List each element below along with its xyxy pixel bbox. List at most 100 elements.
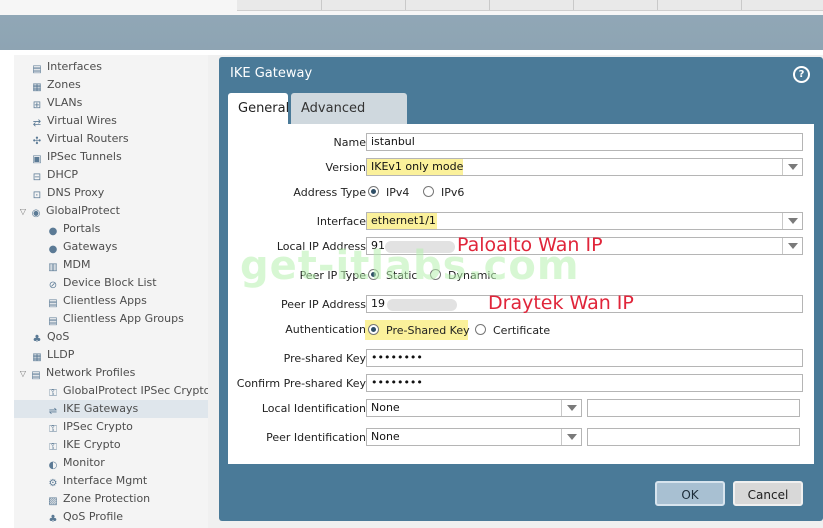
peer-id-select[interactable]: None [366, 428, 582, 446]
ok-button[interactable]: OK [655, 481, 725, 506]
dialog-title: IKE Gateway [230, 66, 313, 81]
tree-item-gp-ipsec-crypto[interactable]: ⚿ GlobalProtect IPSec Crypto [46, 382, 210, 400]
confirm-psk-input[interactable]: •••••••• [366, 374, 803, 392]
globalprotect-icon: ◉ [31, 208, 41, 219]
tree-item-ipsec-crypto[interactable]: ⚿ IPSec Crypto [46, 418, 133, 436]
chevron-down-icon[interactable] [561, 400, 581, 416]
tree-item-interface-mgmt[interactable]: ⚙ Interface Mgmt [46, 472, 148, 490]
cancel-button[interactable]: Cancel [733, 481, 803, 506]
chevron-down-icon[interactable] [782, 238, 802, 254]
tree-item-label: Clientless Apps [63, 294, 147, 307]
tree-item-monitor[interactable]: ◐ Monitor [46, 454, 105, 472]
gp-ipsec-crypto-icon: ⚿ [49, 388, 57, 399]
radio-ipv6-label: IPv6 [441, 186, 465, 199]
radio-ipv4-label: IPv4 [386, 186, 410, 199]
qos-profile-icon: ♣ [48, 514, 58, 525]
dhcp-icon: ⊟ [32, 172, 42, 183]
clientless-apps-icon: ▤ [48, 298, 58, 309]
redacted-ip [387, 299, 457, 311]
tree-item-label: Interface Mgmt [63, 474, 148, 487]
tree-item-label: Zones [47, 78, 81, 91]
version-select[interactable]: IKEv1 only mode [366, 158, 803, 176]
tree-item-label: Gateways [63, 240, 118, 253]
chevron-down-icon[interactable] [561, 429, 581, 445]
interfaces-icon: ▤ [32, 64, 42, 75]
tree-item-gateways[interactable]: ● Gateways [46, 238, 118, 256]
virtual-wires-icon: ⇄ [32, 118, 42, 129]
mdm-icon: ▥ [48, 262, 58, 273]
tree-item-qos[interactable]: ♣ QoS [30, 328, 70, 346]
tree-item-label: Virtual Routers [47, 132, 129, 145]
tree-item-label: Monitor [63, 456, 105, 469]
radio-certificate[interactable] [475, 324, 486, 335]
tree-item-dns-proxy[interactable]: ⊡ DNS Proxy [30, 184, 105, 202]
peer-id-value-input[interactable] [587, 428, 800, 446]
tree-item-label: Portals [63, 222, 101, 235]
radio-pre-shared-key-label: Pre-Shared Key [386, 324, 470, 337]
confirm-psk-label: Confirm Pre-shared Key [236, 377, 366, 390]
gateways-icon: ● [48, 244, 58, 255]
interface-label: Interface [316, 215, 366, 228]
chevron-down-icon[interactable] [782, 213, 802, 229]
tree-item-label: Network Profiles [46, 366, 136, 379]
tree-item-vlans[interactable]: ⊞ VLANs [30, 94, 83, 112]
chevron-down-icon[interactable] [782, 159, 802, 175]
tab-general[interactable]: General [228, 93, 289, 124]
tree-item-ike-gateways[interactable]: ⇌ IKE Gateways [14, 400, 208, 418]
version-label: Version [325, 161, 366, 174]
tree-item-label: DNS Proxy [47, 186, 105, 199]
radio-certificate-label: Certificate [493, 324, 551, 337]
peer-ip-label: Peer IP Address [281, 298, 366, 311]
name-label: Name [333, 136, 366, 149]
tree-item-device-block-list[interactable]: ⊘ Device Block List [46, 274, 157, 292]
tree-item-dhcp[interactable]: ⊟ DHCP [30, 166, 78, 184]
interface-value: ethernet1/1 [371, 214, 436, 227]
tree-item-label: Zone Protection [63, 492, 151, 505]
tree-item-label: GlobalProtect [46, 204, 120, 217]
tree-item-globalprotect[interactable]: ▽ ◉ GlobalProtect [18, 202, 120, 220]
tree-item-ike-crypto[interactable]: ⚿ IKE Crypto [46, 436, 120, 454]
tree-item-label: Interfaces [47, 60, 102, 73]
collapse-triangle-icon[interactable]: ▽ [18, 203, 28, 221]
local-id-value: None [371, 401, 400, 414]
tree-item-portals[interactable]: ● Portals [46, 220, 101, 238]
tree-item-zone-protection[interactable]: ▨ Zone Protection [46, 490, 150, 508]
psk-input[interactable]: •••••••• [366, 349, 803, 367]
tree-item-label: LLDP [47, 348, 75, 361]
tree-item-label: Virtual Wires [47, 114, 117, 127]
radio-pre-shared-key[interactable] [368, 324, 379, 335]
device-block-list-icon: ⊘ [48, 280, 58, 291]
peer-ip-value: 19 [371, 297, 385, 310]
top-tabs-strip [237, 0, 823, 11]
collapse-triangle-icon[interactable]: ▽ [18, 365, 28, 383]
tree-item-label: QoS [47, 330, 70, 343]
tree-item-label: VLANs [47, 96, 83, 109]
lldp-icon: ▦ [32, 352, 42, 363]
annotation-local-ip: Paloalto Wan IP [457, 234, 603, 256]
tab-advanced-options[interactable]: Advanced Options [291, 93, 407, 147]
local-id-value-input[interactable] [587, 399, 800, 417]
zone-protection-icon: ▨ [48, 496, 58, 507]
radio-ipv6[interactable] [423, 186, 434, 197]
tree-item-clientless-apps[interactable]: ▤ Clientless Apps [46, 292, 147, 310]
tree-item-interfaces[interactable]: ▤ Interfaces [30, 58, 102, 76]
name-input[interactable]: istanbul [366, 133, 803, 151]
tree-item-lldp[interactable]: ▦ LLDP [30, 346, 74, 364]
tree-item-ipsec-tunnels[interactable]: ▣ IPSec Tunnels [30, 148, 121, 166]
tree-item-label: Clientless App Groups [63, 312, 184, 325]
peer-id-label: Peer Identification [266, 431, 366, 444]
radio-ipv4[interactable] [368, 186, 379, 197]
help-icon[interactable]: ? [793, 66, 810, 83]
tree-item-clientless-app-groups[interactable]: ▤ Clientless App Groups [46, 310, 184, 328]
tree-item-virtual-routers[interactable]: ✣ Virtual Routers [30, 130, 129, 148]
ike-crypto-icon: ⚿ [49, 442, 57, 453]
tree-item-zones[interactable]: ▦ Zones [30, 76, 81, 94]
interface-select[interactable]: ethernet1/1 [366, 212, 803, 230]
peer-id-value: None [371, 430, 400, 443]
tree-item-network-profiles[interactable]: ▽ ▤ Network Profiles [18, 364, 135, 382]
tree-item-qos-profile[interactable]: ♣ QoS Profile [46, 508, 124, 526]
tree-item-virtual-wires[interactable]: ⇄ Virtual Wires [30, 112, 117, 130]
dns-proxy-icon: ⊡ [32, 190, 42, 201]
tree-item-mdm[interactable]: ▥ MDM [46, 256, 90, 274]
local-id-select[interactable]: None [366, 399, 582, 417]
